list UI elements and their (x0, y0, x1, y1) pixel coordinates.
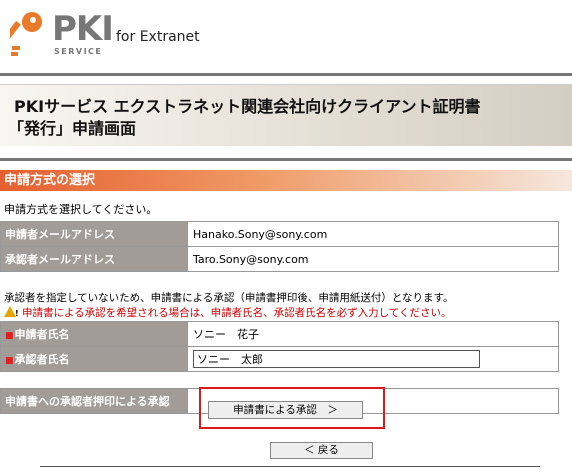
email-table: 申請者メールアドレス Hanako.Sony@sony.com 承認者メールアド… (0, 221, 559, 272)
approver-name-input[interactable] (193, 350, 480, 368)
table-row: 承認者メールアドレス Taro.Sony@sony.com (0, 246, 559, 272)
instruction-text: 申請方式を選択してください。 (4, 203, 158, 216)
warning-text: 申請書による承認を希望される場合は、申請者氏名、承認者氏名を必ず入力してください… (22, 307, 452, 319)
page-title-line1: PKIサービス エクストラネット関連会社向けクライアント証明書 (14, 97, 481, 116)
name-table: ■申請者氏名 ソニー 花子 ■承認者氏名 (0, 321, 559, 372)
back-button[interactable]: ＜ 戻る (270, 442, 373, 459)
approver-email-value: Taro.Sony@sony.com (187, 246, 559, 272)
approver-name-label: ■承認者氏名 (0, 346, 188, 372)
approval-highlight: 申請書による承認 ＞ (199, 387, 385, 429)
title-divider (0, 158, 572, 161)
required-mark: ■ (5, 356, 14, 366)
page-title-line2: 「発行」申請画面 (8, 119, 137, 138)
table-row: ■承認者氏名 (0, 346, 559, 372)
applicant-email-value: Hanako.Sony@sony.com (187, 221, 559, 247)
applicant-name-label: ■申請者氏名 (0, 321, 188, 347)
title-band: PKIサービス エクストラネット関連会社向けクライアント証明書 「発行」申請画面 (0, 84, 572, 146)
table-row: 申請者メールアドレス Hanako.Sony@sony.com (0, 221, 559, 247)
applicant-name-value: ソニー 花子 (187, 321, 559, 347)
approval-method-label: 申請書への承認者押印による承認 (0, 388, 188, 414)
logo-sub: SERVICE (54, 47, 103, 56)
warning-icon: ! (4, 306, 19, 318)
footer-divider (40, 466, 540, 467)
approver-name-cell (187, 346, 559, 372)
header-subtitle: for Extranet (116, 29, 200, 45)
approve-by-document-button[interactable]: 申請書による承認 ＞ (208, 401, 363, 419)
table-row: ■申請者氏名 ソニー 花子 (0, 321, 559, 347)
header-divider (0, 73, 572, 76)
warning-note: ! 申請書による承認を希望される場合は、申請者氏名、承認者氏名を必ず入力してくださ… (4, 305, 452, 320)
approval-note: 承認者を指定していないため、申請書による承認（申請書押印後、申請用紙送付）となり… (4, 292, 454, 304)
applicant-email-label: 申請者メールアドレス (0, 221, 188, 247)
page-header: PKI SERVICE for Extranet (0, 0, 572, 72)
required-mark: ■ (5, 331, 14, 341)
section-heading: 申請方式の選択 (0, 170, 572, 191)
key-icon (10, 12, 42, 56)
logo-text: PKI (52, 9, 114, 49)
approver-email-label: 承認者メールアドレス (0, 246, 188, 272)
